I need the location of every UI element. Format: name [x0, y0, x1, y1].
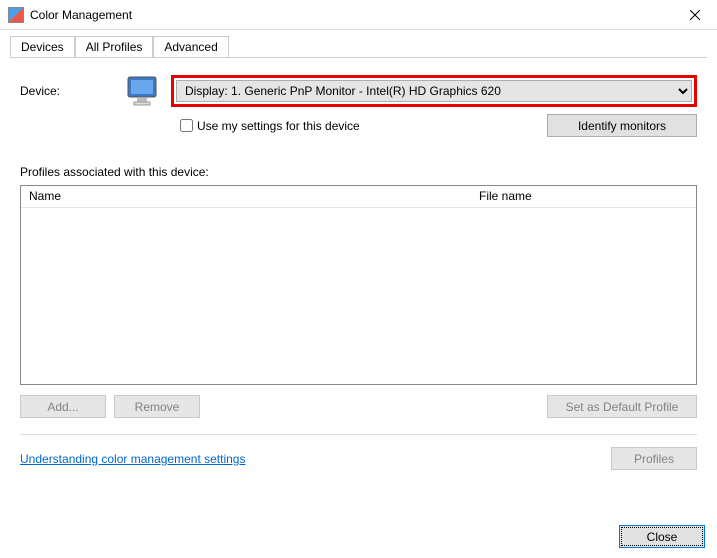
column-header-filename[interactable]: File name	[471, 186, 540, 207]
device-select[interactable]: Display: 1. Generic PnP Monitor - Intel(…	[176, 80, 692, 102]
use-settings-checkbox[interactable]	[180, 119, 193, 132]
profiles-list-header: Name File name	[21, 186, 696, 208]
device-label: Device:	[20, 84, 125, 98]
close-window-button[interactable]	[672, 0, 717, 30]
tab-devices[interactable]: Devices	[10, 36, 75, 57]
identify-monitors-button[interactable]: Identify monitors	[547, 114, 697, 137]
close-button[interactable]: Close	[619, 525, 705, 548]
column-header-name[interactable]: Name	[21, 186, 471, 207]
title-bar: Color Management	[0, 0, 717, 30]
device-select-highlight: Display: 1. Generic PnP Monitor - Intel(…	[171, 75, 697, 107]
divider	[20, 434, 697, 435]
tab-all-profiles[interactable]: All Profiles	[75, 36, 154, 57]
use-settings-checkbox-label[interactable]: Use my settings for this device	[180, 119, 547, 133]
use-settings-text: Use my settings for this device	[197, 119, 360, 133]
tab-bar: Devices All Profiles Advanced	[10, 36, 707, 58]
profiles-section-label: Profiles associated with this device:	[20, 165, 697, 179]
remove-button: Remove	[114, 395, 200, 418]
help-link[interactable]: Understanding color management settings	[20, 452, 611, 466]
app-icon	[8, 7, 24, 23]
set-default-button: Set as Default Profile	[547, 395, 697, 418]
window-title: Color Management	[30, 8, 672, 22]
add-button: Add...	[20, 395, 106, 418]
profiles-button: Profiles	[611, 447, 697, 470]
monitor-icon	[125, 74, 161, 108]
profiles-list[interactable]: Name File name	[20, 185, 697, 385]
tab-advanced[interactable]: Advanced	[153, 36, 228, 57]
